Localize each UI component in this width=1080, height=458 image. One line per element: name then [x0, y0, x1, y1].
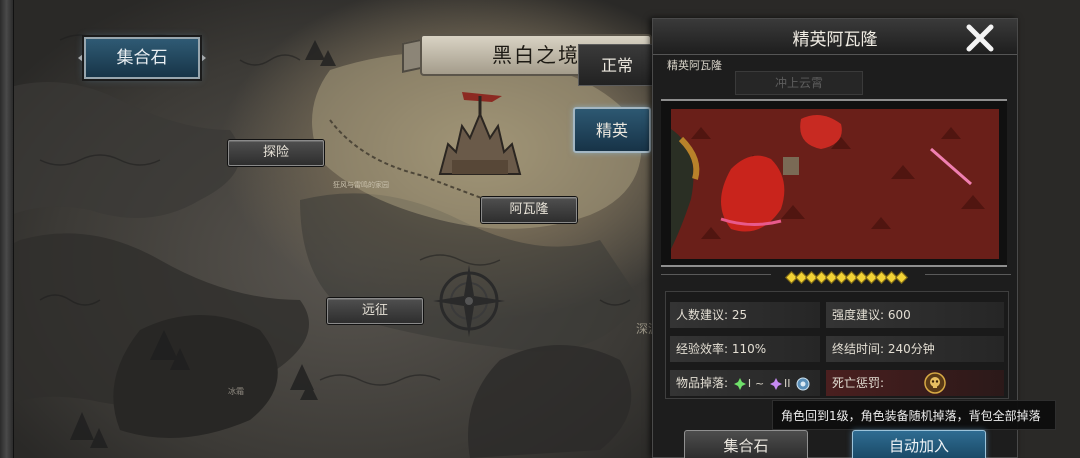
map-small-label: 冰霜 [228, 387, 244, 396]
dungeon-stats: 人数建议: 25 强度建议: 600 经验效率: 110% 终结时间: 240分… [665, 291, 1009, 399]
skull-icon[interactable] [924, 372, 946, 394]
stat-players-value: 25 [731, 308, 748, 322]
green-gem-icon [733, 377, 746, 390]
location-button-explore[interactable]: 探险 [228, 140, 324, 166]
drops-tier-high: II [784, 377, 791, 390]
stat-death-label: 死亡惩罚: [832, 376, 885, 390]
stat-players: 人数建议: 25 [670, 302, 820, 328]
auto-join-button[interactable]: 自动加入 [852, 430, 986, 458]
compass-rose-icon [433, 265, 505, 337]
divider-right [925, 274, 1011, 275]
stat-exp-label: 经验效率: [676, 342, 729, 356]
location-button-arwalon[interactable]: 阿瓦隆 [481, 197, 577, 223]
stat-death-penalty[interactable]: 死亡惩罚: [826, 370, 1004, 396]
stat-end-time-label: 终结时间: [832, 342, 885, 356]
gather-stone-map-label: 集合石 [84, 37, 200, 79]
gather-stone-button[interactable]: 集合石 [684, 430, 808, 458]
stat-strength-value: 600 [887, 308, 911, 322]
stat-end-time-value: 240分钟 [887, 342, 935, 356]
stat-strength-label: 强度建议: [832, 308, 885, 322]
purple-gem-icon [770, 377, 782, 390]
blue-gem-icon [796, 377, 810, 390]
stat-exp-value: 110% [731, 342, 767, 356]
drops-range-separator: ~ [754, 377, 765, 390]
map-small-label: 狂风与雷鸣的家园 [333, 181, 389, 189]
dungeon-preview-frame [661, 99, 1007, 267]
drops-tier-low: I [747, 377, 752, 390]
difficulty-rating [653, 267, 1017, 284]
tab-normal[interactable]: 正常 [578, 44, 656, 86]
stat-drops-label: 物品掉落: [676, 376, 729, 390]
difficulty-star [895, 271, 908, 284]
stat-end-time: 终结时间: 240分钟 [826, 336, 1004, 362]
close-icon[interactable] [963, 21, 997, 55]
stat-players-label: 人数建议: [676, 308, 729, 322]
location-button-expedition[interactable]: 远征 [327, 298, 423, 324]
panel-faded-label: 冲上云霄 [735, 71, 863, 95]
boss-battle-scene [671, 109, 999, 259]
divider-left [661, 274, 771, 275]
map-frame-left [0, 0, 14, 458]
tab-elite[interactable]: 精英 [573, 107, 651, 153]
panel-subtitle: 精英阿瓦隆 [667, 59, 722, 72]
stat-strength: 强度建议: 600 [826, 302, 1004, 328]
difficulty-stars [785, 267, 908, 284]
stat-drops: 物品掉落: I ~ II [670, 370, 820, 396]
death-penalty-tooltip: 角色回到1级，角色装备随机掉落，背包全部掉落 [772, 400, 1056, 430]
stat-exp: 经验效率: 110% [670, 336, 820, 362]
dungeon-preview-image [671, 109, 999, 259]
dungeon-detail-panel: 精英阿瓦隆 精英阿瓦隆 冲上云霄 人数建议: 25 强度建议: 600 经验效率… [652, 18, 1018, 458]
castle-icon [438, 92, 522, 175]
gather-stone-map-button[interactable]: 集合石 [78, 33, 206, 83]
